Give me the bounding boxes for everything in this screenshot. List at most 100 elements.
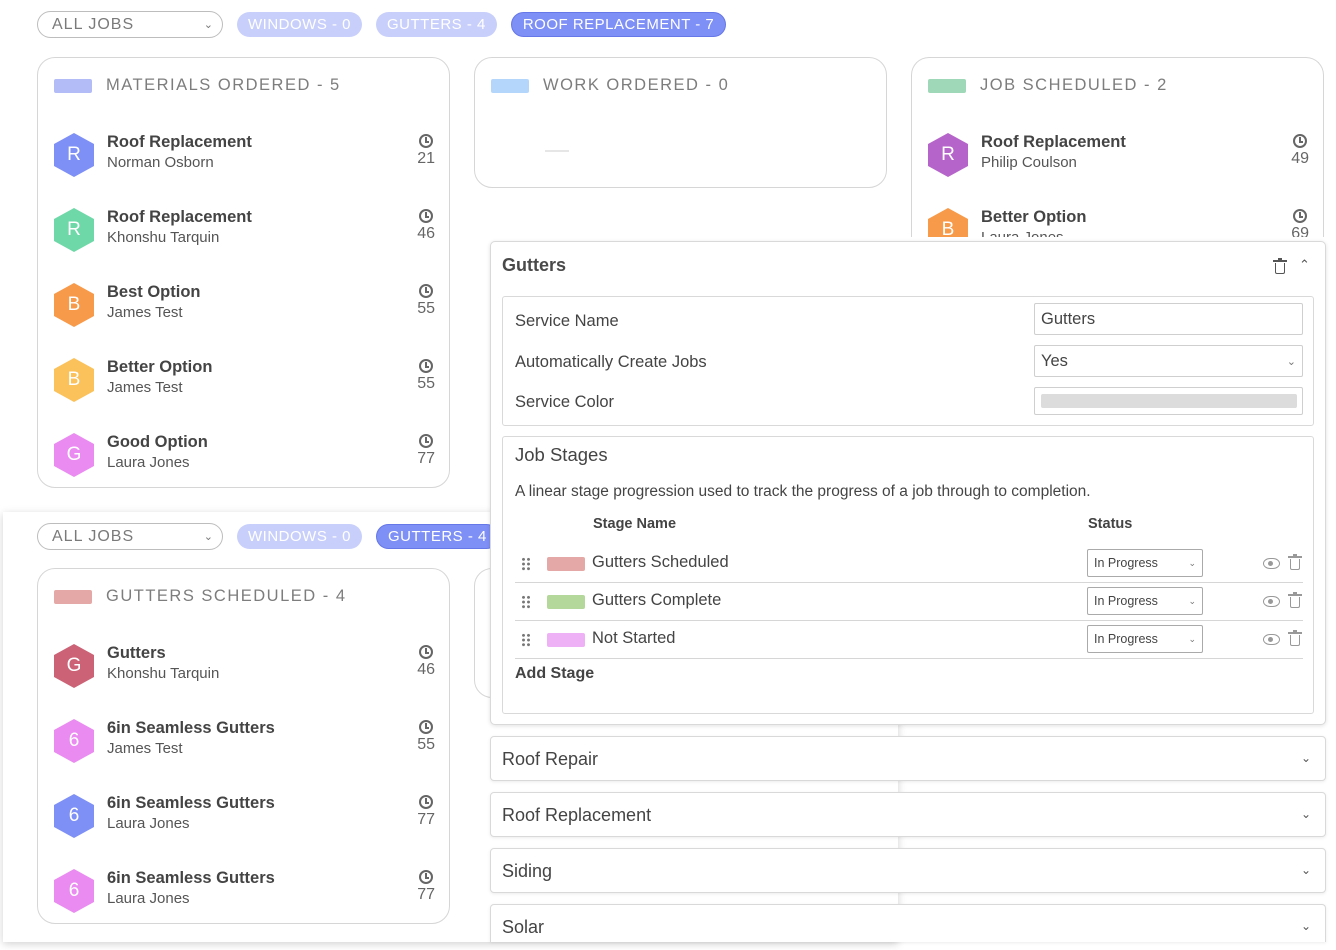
job-title: Best Option	[107, 283, 201, 301]
job-customer: Laura Jones	[981, 229, 1064, 237]
service-name-label: Service Name	[515, 312, 619, 330]
stage-row: Gutters Complete In Progress ⌄	[515, 583, 1303, 621]
auto-create-select[interactable]: Yes ⌄	[1034, 345, 1303, 377]
stage-status-value: In Progress	[1094, 594, 1158, 608]
trash-icon[interactable]	[1288, 554, 1302, 570]
add-stage-button[interactable]: Add Stage	[515, 665, 594, 683]
chevron-down-icon[interactable]: ⌄	[1301, 751, 1311, 765]
stage-color-swatch[interactable]	[547, 633, 585, 647]
service-accordion-solar[interactable]: Solar ⌄	[490, 904, 1326, 942]
job-title: Gutters	[107, 644, 166, 662]
job-hex-avatar: G	[54, 433, 94, 477]
job-card[interactable]: 6 6in Seamless Gutters Laura Jones 77	[54, 865, 435, 915]
column-title: WORK ORDERED - 0	[543, 76, 730, 94]
service-panel-title: Gutters	[502, 255, 567, 275]
job-days: 21	[417, 150, 435, 167]
job-stages-title: Job Stages	[515, 444, 608, 465]
tab-roof-replacement[interactable]: ROOF REPLACEMENT - 7	[510, 12, 727, 37]
stage-row: Not Started In Progress ⌄	[515, 621, 1303, 659]
job-filter-select[interactable]: ALL JOBS ⌄	[37, 523, 223, 550]
trash-icon[interactable]	[1288, 630, 1302, 646]
eye-icon[interactable]	[1263, 596, 1280, 607]
empty-placeholder	[545, 150, 569, 152]
stage-status-select[interactable]: In Progress ⌄	[1087, 587, 1203, 615]
column-work-ordered: WORK ORDERED - 0	[474, 57, 887, 188]
job-filter-select[interactable]: ALL JOBS ⌄	[37, 11, 223, 38]
service-accordion-siding[interactable]: Siding ⌄	[490, 848, 1326, 893]
job-card[interactable]: B Better Option James Test 55	[54, 354, 435, 404]
stage-name[interactable]: Gutters Scheduled	[592, 553, 729, 572]
job-card[interactable]: G Good Option Laura Jones 77	[54, 429, 435, 479]
job-filter-value: ALL JOBS	[52, 15, 135, 33]
job-hex-avatar: G	[54, 644, 94, 688]
job-card[interactable]: B Best Option James Test 55	[54, 279, 435, 329]
chevron-down-icon[interactable]: ⌄	[1301, 919, 1311, 933]
trash-icon[interactable]	[1288, 592, 1302, 608]
job-title: Roof Replacement	[107, 133, 252, 151]
job-title: 6in Seamless Gutters	[107, 794, 275, 812]
stage-status-select[interactable]: In Progress ⌄	[1087, 625, 1203, 653]
clock-icon	[419, 795, 433, 809]
stage-color-swatch[interactable]	[547, 557, 585, 571]
service-accordion-title: Roof Replacement	[502, 805, 652, 825]
job-title: Roof Replacement	[107, 208, 252, 226]
service-panel-gutters: Gutters ⌃ Service Name Gutters Automatic…	[490, 241, 1326, 725]
service-color-picker[interactable]	[1034, 387, 1303, 415]
tab-gutters[interactable]: GUTTERS - 4	[376, 524, 499, 549]
eye-icon[interactable]	[1263, 634, 1280, 645]
job-days: 77	[417, 450, 435, 467]
job-title: Roof Replacement	[981, 133, 1126, 151]
column-gutters-scheduled: GUTTERS SCHEDULED - 4 G Gutters Khonshu …	[37, 568, 450, 924]
chevron-down-icon[interactable]: ⌄	[1301, 863, 1311, 877]
tab-windows[interactable]: WINDOWS - 0	[237, 12, 362, 37]
chevron-up-icon[interactable]: ⌃	[1299, 257, 1310, 273]
stage-name[interactable]: Gutters Complete	[592, 591, 721, 610]
column-color-swatch	[491, 78, 529, 93]
job-days: 55	[417, 375, 435, 392]
job-card[interactable]: 6 6in Seamless Gutters Laura Jones 77	[54, 790, 435, 840]
job-card[interactable]: R Roof Replacement Norman Osborn 21	[54, 129, 435, 179]
drag-handle-icon[interactable]	[521, 557, 531, 571]
column-color-swatch	[928, 78, 966, 93]
job-card[interactable]: R Roof Replacement Khonshu Tarquin 46	[54, 204, 435, 254]
job-card[interactable]: G Gutters Khonshu Tarquin 46	[54, 640, 435, 690]
auto-create-label: Automatically Create Jobs	[515, 353, 707, 371]
clock-icon	[419, 645, 433, 659]
stage-name[interactable]: Not Started	[592, 629, 675, 648]
service-accordion-roof-replacement[interactable]: Roof Replacement ⌄	[490, 792, 1326, 837]
job-days: 46	[417, 661, 435, 678]
job-customer: Laura Jones	[107, 815, 190, 832]
service-accordion-roof-repair[interactable]: Roof Repair ⌄	[490, 736, 1326, 781]
tab-gutters[interactable]: GUTTERS - 4	[376, 12, 497, 37]
service-name-input[interactable]: Gutters	[1034, 303, 1303, 335]
chevron-down-icon: ⌄	[1188, 633, 1196, 644]
job-card[interactable]: R Roof Replacement Philip Coulson 49	[928, 129, 1309, 179]
stage-status-value: In Progress	[1094, 632, 1158, 646]
eye-icon[interactable]	[1263, 558, 1280, 569]
column-header: MATERIALS ORDERED - 5	[54, 76, 341, 95]
clock-icon	[419, 209, 433, 223]
avatar-letter: B	[941, 219, 955, 237]
job-card[interactable]: B Better Option Laura Jones 69	[928, 204, 1309, 237]
drag-handle-icon[interactable]	[521, 595, 531, 609]
service-name-value: Gutters	[1041, 309, 1096, 328]
job-hex-avatar: 6	[54, 719, 94, 763]
avatar-letter: B	[67, 369, 81, 390]
chevron-down-icon[interactable]: ⌄	[1301, 807, 1311, 821]
job-card[interactable]: 6 6in Seamless Gutters James Test 55	[54, 715, 435, 765]
column-header: GUTTERS SCHEDULED - 4	[54, 587, 347, 606]
chevron-down-icon: ⌄	[203, 531, 214, 543]
service-color-label: Service Color	[515, 393, 615, 411]
tab-windows[interactable]: WINDOWS - 0	[237, 524, 362, 549]
column-color-swatch	[54, 589, 92, 604]
job-days: 46	[417, 225, 435, 242]
drag-handle-icon[interactable]	[521, 633, 531, 647]
job-hex-avatar: R	[54, 133, 94, 177]
service-color-preview	[1041, 394, 1297, 408]
avatar-letter: R	[67, 144, 81, 165]
column-materials-ordered: MATERIALS ORDERED - 5 R Roof Replacement…	[37, 57, 450, 488]
stage-status-select[interactable]: In Progress ⌄	[1087, 549, 1203, 577]
stage-name-header: Stage Name	[593, 516, 677, 532]
trash-icon[interactable]	[1273, 258, 1287, 274]
stage-color-swatch[interactable]	[547, 595, 585, 609]
